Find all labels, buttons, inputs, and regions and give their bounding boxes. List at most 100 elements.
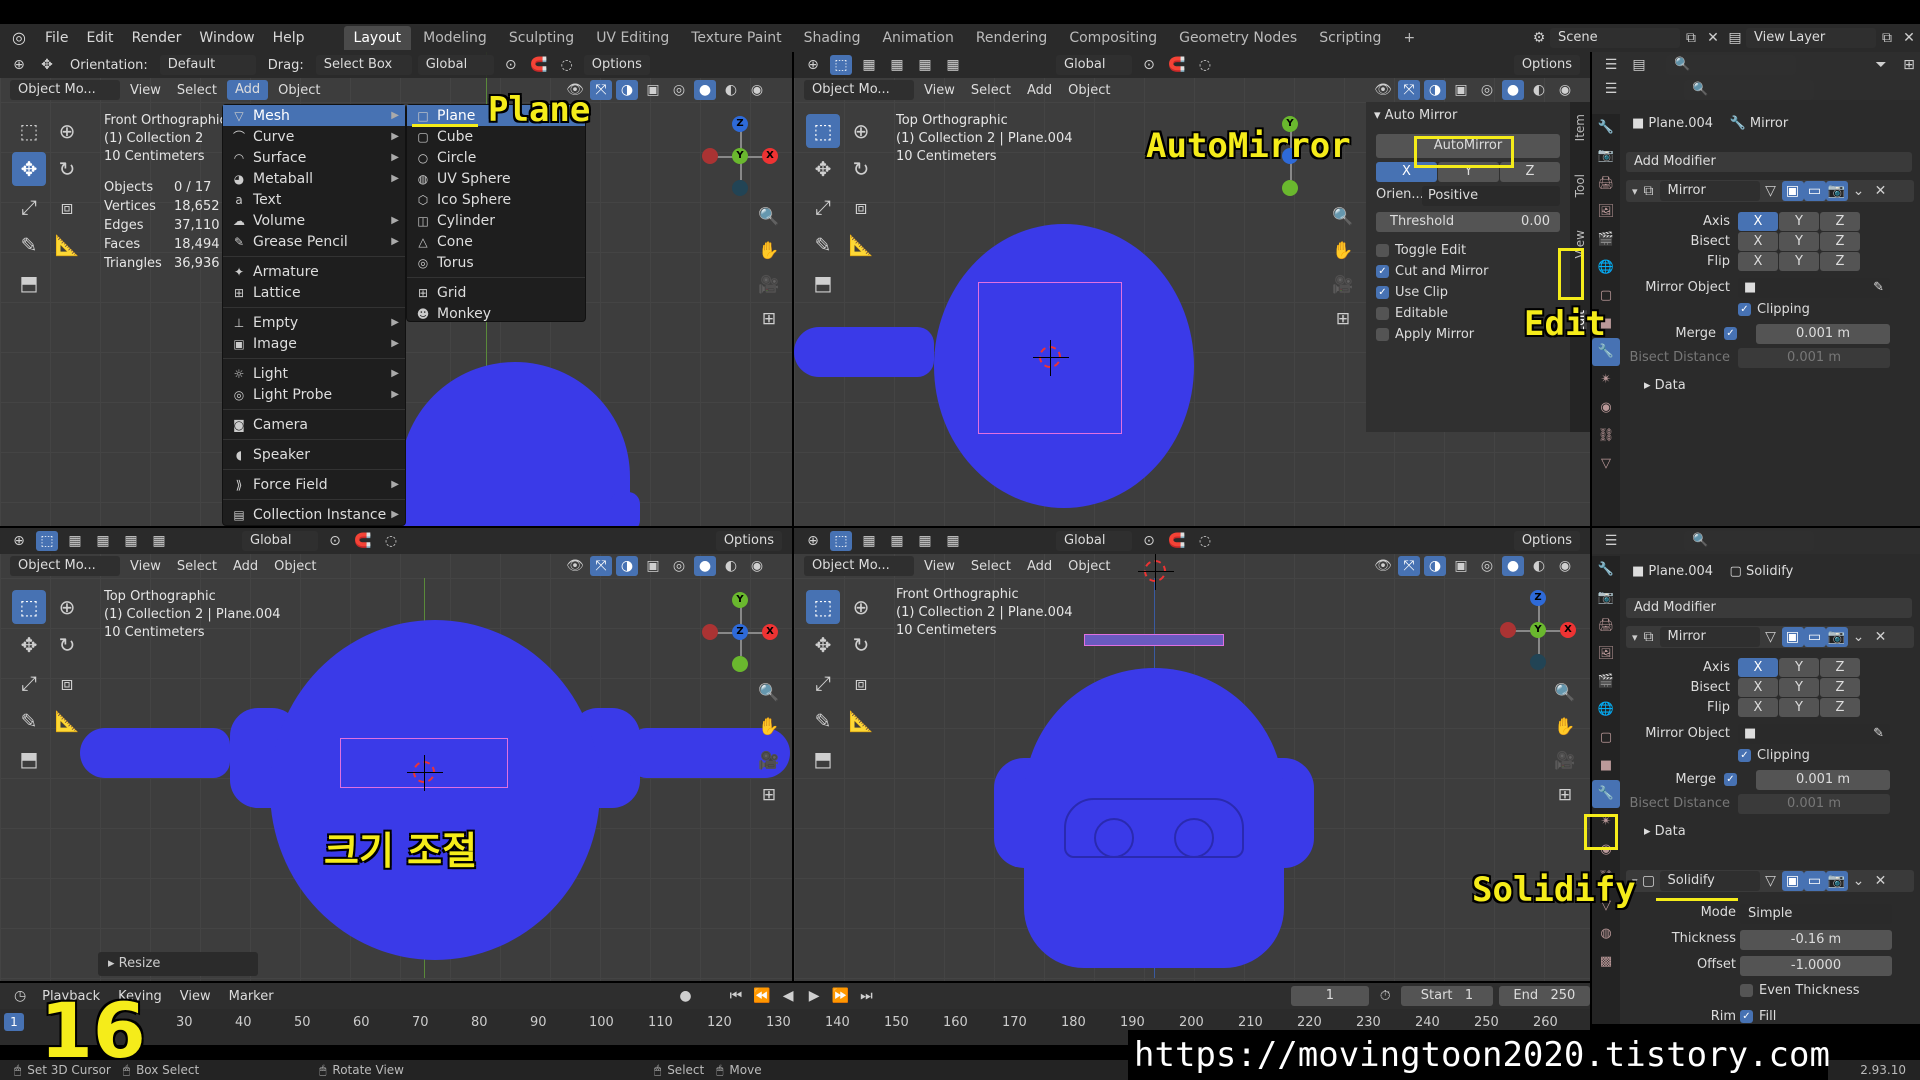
select-box-tool-icon[interactable]: ⬚ [830,55,852,75]
add-menu-item-light-probe[interactable]: ◎ Light Probe ▶ [223,384,405,405]
select-box-tool-icon[interactable]: ⬚ [806,114,840,148]
toggle-edit-checkbox[interactable]: Toggle Edit [1376,240,1488,261]
add-modifier-dropdown[interactable]: Add Modifier [1626,598,1912,618]
realtime-icon[interactable]: ▭ [1803,627,1826,647]
physics-tab-icon[interactable]: ◉ [1592,394,1620,422]
rendered-shading-icon[interactable]: ◉ [746,556,768,576]
pan-hand-icon[interactable]: ✋ [754,712,784,742]
add-menu-item-collection-instance[interactable]: ▤ Collection Instance ▶ [223,504,405,525]
last-operator-panel[interactable]: ▸ Resize [98,952,258,976]
wireframe-shading-icon[interactable]: ◎ [668,556,690,576]
menu-chevron-icon[interactable]: ⌄ [1848,181,1870,201]
select-mode-icon[interactable]: ▦ [942,531,964,551]
wireframe-shading-icon[interactable]: ◎ [1476,556,1498,576]
merge-distance-field[interactable]: 0.001 m [1756,324,1890,344]
collection-tab-icon[interactable]: ▢ [1592,724,1620,752]
camera-view-icon[interactable]: 🎥 [1328,270,1358,300]
merge-checkbox[interactable]: ✓ [1724,326,1743,341]
workspace-tab-scripting[interactable]: Scripting [1309,26,1391,50]
select-mode-icon[interactable]: ▦ [942,55,964,75]
wireframe-shading-icon[interactable]: ◎ [1476,80,1498,100]
workspace-tab-compositing[interactable]: Compositing [1059,26,1167,50]
mesh-item-cone[interactable]: △ Cone [407,231,585,252]
axis-z-toggle[interactable]: Z [1820,658,1860,677]
annotate-tool-icon[interactable]: ✎ [12,704,46,738]
axis-y-toggle[interactable]: Y [1779,212,1819,231]
viewport-bottom-right[interactable]: ⊕ ⬚ ▦ ▦ ▦ ▦ Global ⊙ 🧲 ◌ Options Object … [794,528,1590,981]
flip-y-toggle[interactable]: Y [1779,698,1819,717]
ortho-grid-icon[interactable]: ⊞ [1550,780,1580,810]
select-box-tool-icon[interactable]: ⬚ [806,590,840,624]
solid-shading-icon[interactable]: ● [694,556,716,576]
add-workspace-icon[interactable]: + [1393,26,1425,50]
add-cube-tool-icon[interactable]: ⬒ [12,266,46,300]
add-menu-item-lattice[interactable]: ⊞ Lattice [223,282,405,303]
xray-icon[interactable]: ▣ [1450,556,1472,576]
tab-tool[interactable]: Tool [1573,174,1587,197]
end-frame-field[interactable]: End 250 [1498,986,1591,1006]
pivot-icon[interactable]: ⊙ [1138,55,1160,75]
rotate-tool-icon[interactable]: ↻ [844,152,878,186]
axis-x-toggle[interactable]: X [1738,212,1778,231]
workspace-tab-rendering[interactable]: Rendering [966,26,1058,50]
texture-tab-icon[interactable]: ▩ [1592,948,1620,976]
menu-add[interactable]: Add [1021,83,1058,98]
select-mode-icon[interactable]: ▦ [92,531,114,551]
prev-keyframe-icon[interactable]: ⏪ [752,986,772,1006]
merge-checkbox[interactable]: ✓ [1724,772,1743,787]
menu-add[interactable]: Add [226,80,269,100]
add-menu-item-light[interactable]: ☼ Light ▶ [223,363,405,384]
record-icon[interactable]: ● [675,986,695,1006]
camera-view-icon[interactable]: 🎥 [754,270,784,300]
jump-start-icon[interactable]: ⏮ [726,986,746,1006]
axis-x-toggle[interactable]: X [1738,658,1778,677]
mode-dropdown[interactable]: Object Mo... [10,80,120,100]
overlay-toggle-icon[interactable]: ◑ [616,556,638,576]
axis-y-toggle[interactable]: Y [1779,658,1819,677]
jump-end-icon[interactable]: ⏭ [856,986,876,1006]
viewport-bottom-left[interactable]: ⊕ ⬚ ▦ ▦ ▦ ▦ Global ⊙ 🧲 ◌ Options Object … [0,528,792,981]
workspace-tab-modeling[interactable]: Modeling [413,26,497,50]
mesh-item-grid[interactable]: ⊞ Grid [407,282,585,303]
visibility-icon[interactable]: 👁 [564,556,586,576]
mirror-name-field[interactable]: Mirror [1659,181,1760,201]
rotate-tool-icon[interactable]: ↻ [844,628,878,662]
modifier-tab-icon[interactable]: 🔧 [1592,780,1620,808]
xray-icon[interactable]: ▣ [642,556,664,576]
menu-file[interactable]: File [36,24,77,52]
navigation-gizmo[interactable]: Y Z X [696,588,786,678]
even-thickness-checkbox[interactable]: Even Thickness [1740,983,1860,998]
workspace-tab-texture-paint[interactable]: Texture Paint [681,26,791,50]
mode-dropdown[interactable]: Object Mo... [804,556,914,576]
move-tool-icon[interactable]: ✥ [12,152,46,186]
cage-icon[interactable]: ▣ [1781,871,1804,891]
menu-select[interactable]: Select [965,559,1017,574]
output-tab-icon[interactable]: 🖨 [1592,612,1620,640]
automirror-panel-title[interactable]: ▾ Auto Mirror [1374,108,1457,123]
select-mode-icon[interactable]: ▦ [148,531,170,551]
snap-icon[interactable]: 🧲 [1166,531,1188,551]
proportional-edit-icon[interactable]: ◌ [556,55,578,75]
start-frame-field[interactable]: Start 1 [1401,986,1493,1006]
snap-icon[interactable]: 🧲 [528,55,550,75]
add-menu-item-empty[interactable]: ⊥ Empty ▶ [223,312,405,333]
scene-selector[interactable]: Scene [1550,28,1680,48]
measure-tool-icon[interactable]: 📐 [844,228,878,262]
current-frame-field[interactable]: 1 [1290,986,1370,1006]
select-mode-icon[interactable]: ▦ [858,55,880,75]
transform-orientation-dropdown[interactable]: Global [417,55,494,75]
select-mode-icon[interactable]: ▦ [886,55,908,75]
add-cube-tool-icon[interactable]: ⬒ [806,266,840,300]
bisect-distance-field[interactable]: 0.001 m [1738,348,1890,368]
transform-tool-icon[interactable]: ⧈ [844,190,878,224]
bisect-x-toggle[interactable]: X [1738,678,1778,697]
flip-z-toggle[interactable]: Z [1820,698,1860,717]
move-tool-icon[interactable]: ✥ [12,628,46,662]
menu-view[interactable]: View [124,83,167,98]
transform-orientation-dropdown[interactable]: Global [1056,531,1132,551]
scene-tab-icon[interactable]: 🎬 [1592,668,1620,696]
menu-edit[interactable]: Edit [77,24,122,52]
tab-item[interactable]: Item [1573,114,1587,141]
options-button[interactable]: Options [1513,55,1580,75]
viewport-top-right[interactable]: ⊕ ⬚ ▦ ▦ ▦ ▦ Global ⊙ 🧲 ◌ Options Object … [794,52,1590,526]
